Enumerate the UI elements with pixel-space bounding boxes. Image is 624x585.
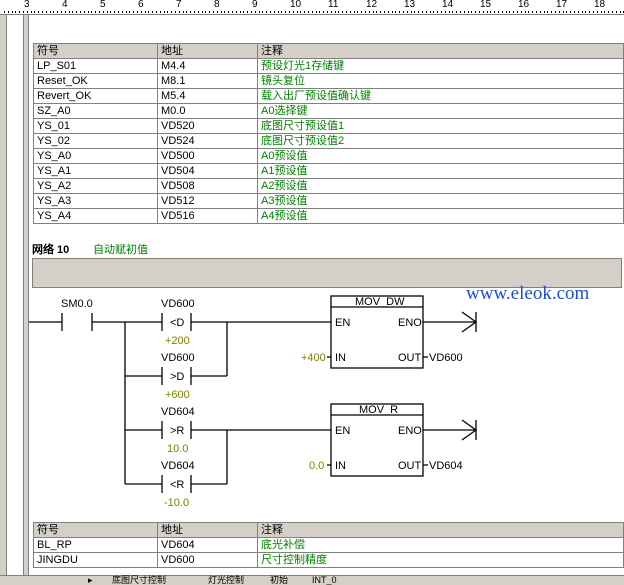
compare1-operand: VD600 [161, 298, 195, 310]
compare3-operand: VD604 [161, 406, 195, 418]
box2-in-value: 0.0 [309, 460, 324, 472]
box1-out: OUT [398, 352, 422, 364]
compare3-value: 10.0 [167, 443, 188, 455]
compare3-op: >R [170, 425, 184, 437]
box1-en: EN [335, 317, 350, 329]
watermark: www.eleok.com [466, 283, 590, 304]
compare2-op: >D [170, 371, 184, 383]
compare2-value: +600 [165, 389, 190, 401]
box1-out-value: VD600 [429, 352, 463, 364]
box2-out: OUT [398, 460, 422, 472]
box1-in-value: +400 [301, 352, 326, 364]
compare4-op: <R [170, 479, 184, 491]
compare1-op: <D [170, 317, 184, 329]
box2-name: MOV_R [359, 404, 398, 416]
box2-in: IN [335, 460, 346, 472]
compare4-operand: VD604 [161, 460, 195, 472]
compare4-value: -10.0 [164, 497, 189, 509]
box1-name: MOV_DW [355, 296, 405, 308]
compare2-operand: VD600 [161, 352, 195, 364]
compare1-value: +200 [165, 335, 190, 347]
box1-eno: ENO [398, 317, 422, 329]
contact-sm0-label: SM0.0 [61, 298, 93, 310]
box2-eno: ENO [398, 425, 422, 437]
box1-in: IN [335, 352, 346, 364]
box2-en: EN [335, 425, 350, 437]
box2-out-value: VD604 [429, 460, 463, 472]
